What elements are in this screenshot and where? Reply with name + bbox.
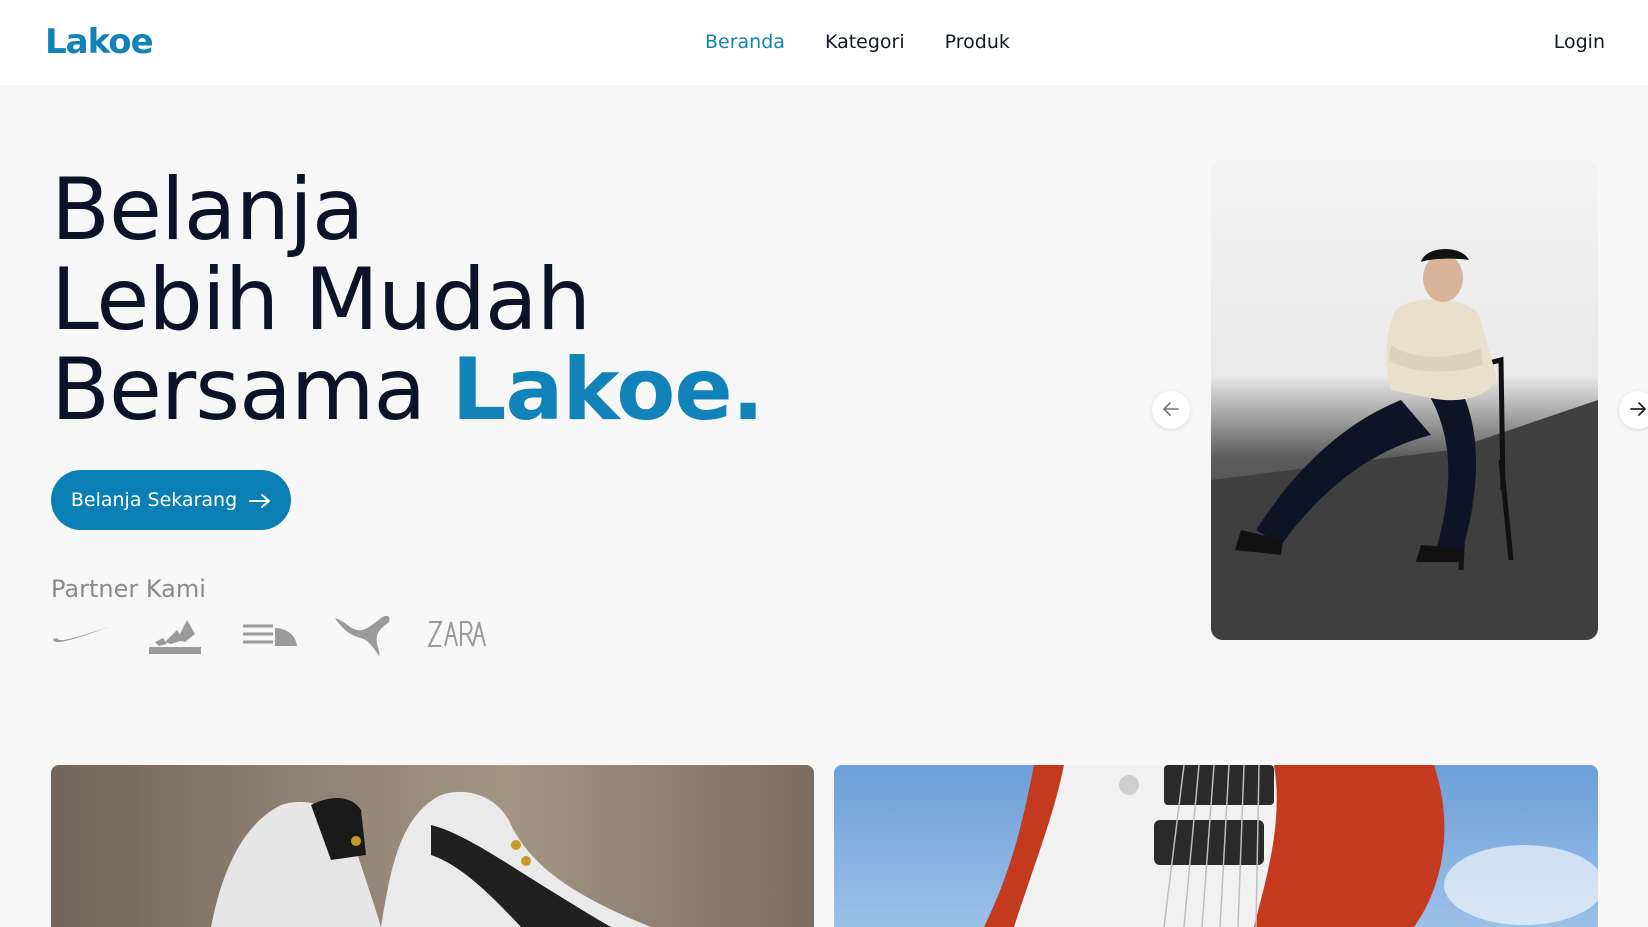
model-on-chair-photo (1211, 248, 1598, 640)
login-link[interactable]: Login (1554, 31, 1605, 53)
hero-title-line-3: Bersama Lakoe. (51, 345, 764, 435)
category-card-guitar[interactable] (834, 765, 1598, 927)
header: Lakoe Beranda Kategori Produk Login (0, 0, 1648, 85)
logo[interactable]: Lakoe (45, 22, 154, 62)
adidas-logo (145, 610, 205, 658)
nav-item-kategori[interactable]: Kategori (825, 31, 905, 53)
hero-title-line-2: Lebih Mudah (51, 250, 591, 350)
arrow-right-icon (249, 492, 271, 508)
hero-title-brand: Lakoe. (451, 340, 765, 440)
guitar-photo (984, 765, 1598, 927)
arrow-right-icon (1630, 400, 1646, 421)
hero-title: Belanja Lebih Mudah Bersama Lakoe. (51, 160, 764, 435)
hero-carousel-image (1211, 160, 1598, 640)
puma-logo (333, 610, 393, 658)
shop-now-button[interactable]: Belanja Sekarang (51, 470, 291, 530)
hero-title-prefix: Bersama (51, 340, 426, 440)
nav-item-produk[interactable]: Produk (945, 31, 1010, 53)
arrow-left-icon (1163, 400, 1179, 421)
nav-item-beranda[interactable]: Beranda (705, 31, 785, 53)
category-card-sneakers[interactable] (51, 765, 814, 927)
partner-heading: Partner Kami (51, 575, 206, 603)
carousel-prev-button[interactable] (1152, 391, 1190, 429)
the-north-face-logo (239, 610, 299, 658)
hero-title-line-1: Belanja (51, 160, 365, 260)
sneakers-photo (51, 765, 814, 927)
zara-logo (427, 610, 487, 658)
carousel-next-button[interactable] (1619, 391, 1648, 429)
shop-now-label: Belanja Sekarang (70, 489, 238, 511)
partner-logos (51, 610, 487, 658)
main-nav: Beranda Kategori Produk (705, 31, 1010, 53)
nike-logo (51, 610, 111, 658)
